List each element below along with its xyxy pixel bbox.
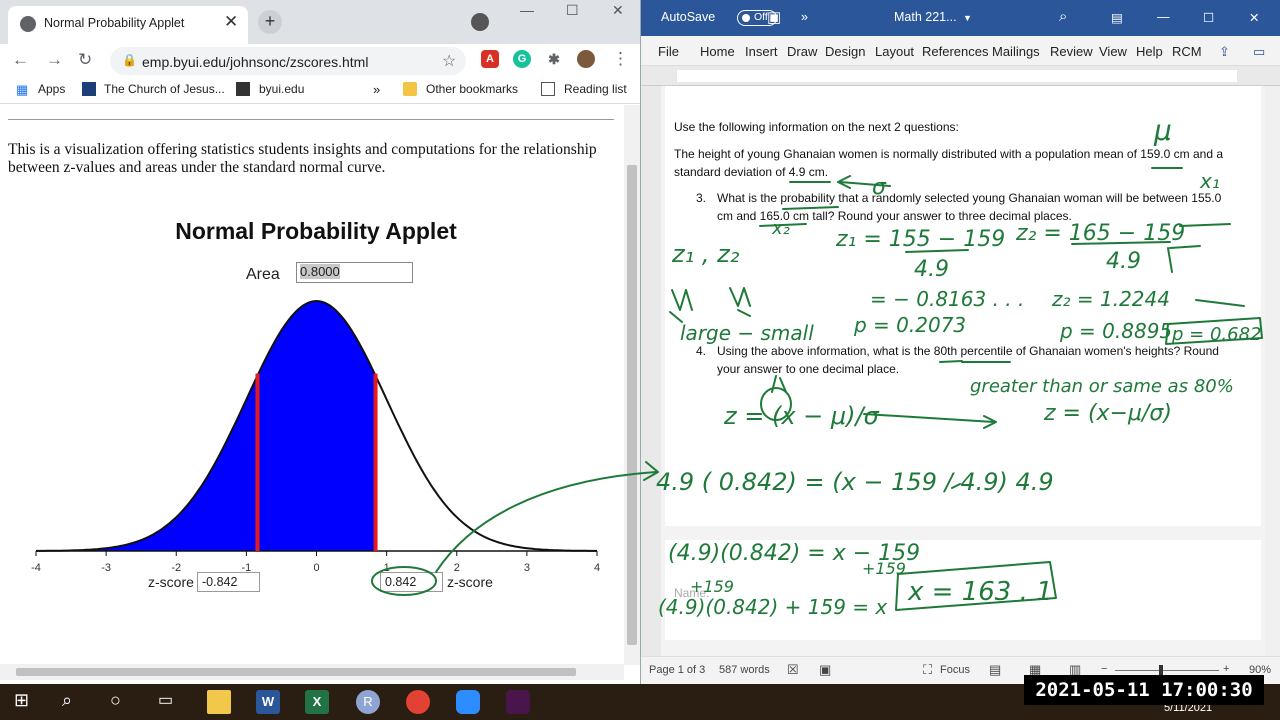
file-explorer-icon[interactable] [207,690,231,714]
ink-underline-80th [939,360,963,363]
ink-z-formula-copy: z = (x−μ/σ) [1043,401,1172,426]
search-icon[interactable]: ⌕ [62,690,86,714]
ink-x2: x₂ [771,218,790,239]
ink-answer: x = 163 . 1 [907,577,1053,607]
ink-circle-zscore [371,566,437,596]
ink-arrow-right [863,413,997,429]
ink-z-formula: z = (x − μ)/σ [723,402,880,430]
ink-z1-denominator: 4.9 [914,257,949,282]
ink-stroke [1167,245,1201,273]
clock-overlay: 2021-05-11 17:00:30 [1024,675,1264,705]
ink-z2-value: z₂ = 1.2244 [1051,287,1170,311]
word-icon[interactable]: W [256,690,280,714]
chrome-icon[interactable] [406,690,430,714]
ink-p-boxed: p = 0.682 [1171,324,1261,345]
ink-plus-159-left: +159 [690,577,734,596]
ink-area-sketch [671,287,751,311]
ink-plus-159-right: +159 [862,559,906,578]
cortana-icon[interactable]: ○ [110,690,134,714]
ink-x1: x₁ [1199,169,1220,193]
ink-equation-3: (4.9)(0.842) + 159 = x [658,595,887,619]
ink-large-minus-small: large − small [680,321,814,345]
ink-mu: μ [1153,114,1172,147]
ink-z1-z2: z₁ , z₂ [671,240,740,268]
ink-z1-equation: z₁ = 155 − 159 [835,227,1005,252]
ink-sigma: σ [872,175,887,200]
ink-underline-155 [1179,223,1231,227]
ink-p1-value: p = 0.2073 [853,313,966,337]
ink-p2-value: p = 0.8895 [1059,319,1172,343]
ink-connector-arrow [435,471,657,573]
ink-greater-than: greater than or same as 80% [970,376,1234,397]
excel-icon[interactable]: X [305,690,329,714]
ink-equation-1: 4.9 ( 0.842) = (x − 159 / 4.9) 4.9 [656,468,1054,496]
ink-z2-denominator: 4.9 [1106,249,1141,274]
task-view-icon[interactable]: ▭ [158,690,182,714]
ink-underline-probability [782,206,839,210]
ink-annotations: μ σ x₁ x₂ z₁ , z₂ z₁ = 155 − 159 4.9 z₂ … [371,114,1263,619]
zoom-icon[interactable] [456,690,480,714]
ink-dash [1195,299,1245,307]
ink-z1-value: = − 0.8163 . . . [870,287,1024,311]
slack-icon[interactable] [506,690,530,714]
r-icon[interactable]: R [356,690,380,714]
windows-start-icon[interactable]: ⊞ [14,690,38,714]
